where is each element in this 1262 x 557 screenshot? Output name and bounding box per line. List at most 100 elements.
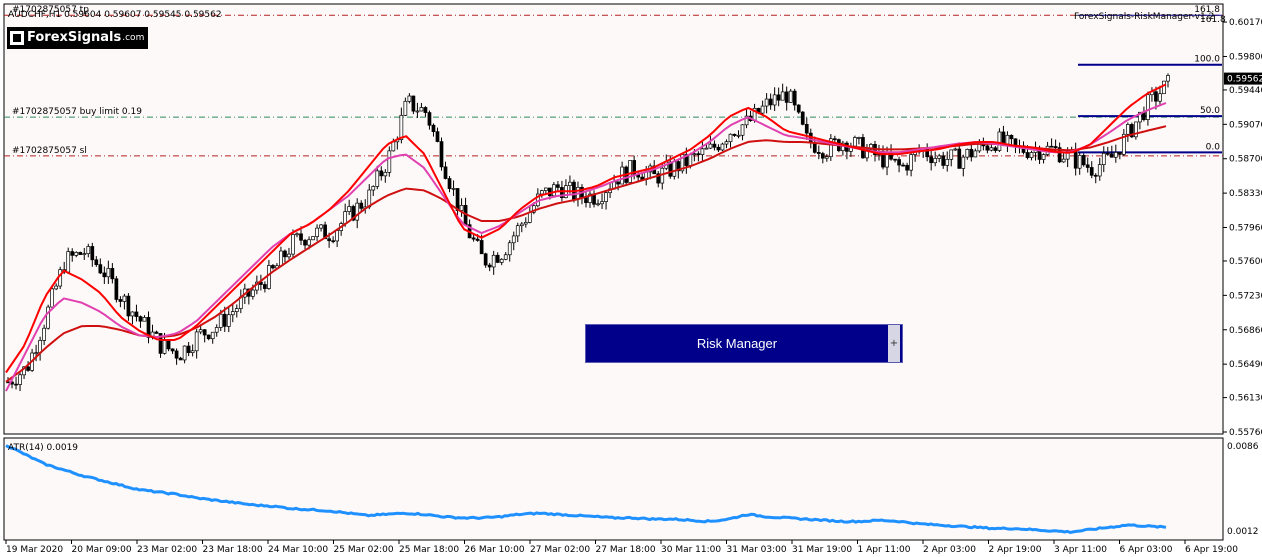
candle-body	[419, 107, 424, 112]
candle-body	[359, 202, 364, 209]
candle-body	[279, 250, 283, 267]
candle-body	[307, 239, 311, 246]
candle-body	[1158, 93, 1162, 102]
candle-body	[820, 153, 825, 159]
candle-body	[796, 104, 801, 113]
candle-body	[768, 98, 773, 106]
price-tick-label: 0.57230	[1229, 291, 1262, 301]
candle-body	[194, 331, 199, 352]
candle-body	[1126, 124, 1130, 135]
candle-body	[435, 131, 440, 142]
candle-body	[503, 254, 508, 260]
candle-body	[234, 308, 239, 312]
candle-body	[178, 357, 183, 361]
candle-body	[832, 138, 837, 141]
price-tick-label: 0.57960	[1229, 224, 1262, 234]
expand-plus-icon[interactable]: +	[888, 325, 900, 362]
candle-body	[604, 192, 608, 202]
candle-body	[784, 91, 789, 103]
candle-body	[539, 190, 544, 195]
candle-body	[118, 299, 123, 302]
candle-body	[391, 141, 396, 152]
candle-body	[700, 148, 705, 155]
candle-body	[451, 188, 456, 190]
candle-body	[965, 148, 970, 158]
candle-body	[616, 181, 620, 185]
price-axis: 0.60170 0.59800 0.59440 0.59070 0.58700 0.583…	[1223, 18, 1262, 438]
candle-body	[347, 206, 352, 212]
time-tick-label: 3 Apr 11:00	[1054, 545, 1107, 555]
atr-label: ATR(14) 0.0019	[8, 443, 78, 453]
forexsignals-logo: ForexSignals .com	[7, 27, 149, 49]
fib-label: 100.0	[1194, 55, 1220, 65]
candle-body	[283, 250, 287, 258]
candle-body	[126, 295, 131, 317]
time-tick-label: 31 Mar 19:00	[792, 545, 852, 555]
candle-body	[800, 111, 805, 125]
time-tick-label: 31 Mar 03:00	[727, 545, 787, 555]
candle-body	[263, 284, 267, 289]
candle-body	[130, 311, 135, 317]
candle-body	[250, 289, 255, 297]
candle-body	[897, 159, 901, 166]
candle-body	[929, 156, 934, 164]
candle-body	[327, 238, 331, 242]
risk-manager-label: Risk Manager	[696, 336, 778, 351]
candle-body	[704, 147, 709, 150]
candle-body	[315, 227, 319, 237]
candle-body	[455, 188, 460, 211]
price-tick-label: 0.59800	[1229, 52, 1262, 62]
logo-suffix: .com	[122, 33, 145, 43]
candle-body	[957, 148, 962, 169]
candle-body	[893, 158, 897, 161]
price-tick-label: 0.55760	[1229, 428, 1262, 438]
price-tick-label: 0.56860	[1229, 326, 1262, 336]
candle-body	[403, 100, 408, 116]
candle-body	[1162, 80, 1166, 95]
candle-body	[724, 141, 729, 145]
candle-body	[523, 222, 528, 225]
risk-manager-button[interactable]: Risk Manager +	[585, 324, 903, 363]
candle-body	[857, 137, 861, 139]
candle-body	[98, 264, 103, 274]
atr-max-label: 0.0086	[1227, 442, 1259, 452]
candle-body	[66, 251, 71, 273]
ea-badge: 161.8	[1200, 15, 1226, 25]
candle-body	[688, 154, 693, 166]
candle-body	[78, 252, 83, 255]
candle-body	[379, 170, 384, 177]
candle-body	[162, 339, 167, 354]
candle-body	[407, 95, 412, 102]
candle-body	[1029, 152, 1034, 158]
candle-body	[909, 154, 913, 171]
candle-body	[692, 153, 697, 156]
candle-body	[905, 164, 909, 171]
candle-body	[299, 233, 303, 241]
candle-body	[319, 224, 323, 229]
candle-body	[58, 269, 63, 287]
candle-body	[973, 150, 978, 158]
candle-body	[1025, 152, 1030, 158]
candle-body	[399, 114, 404, 140]
candle-body	[1061, 158, 1066, 163]
candle-body	[371, 186, 376, 191]
candle-body	[804, 124, 809, 134]
candle-body	[953, 148, 958, 151]
candle-body	[515, 225, 520, 237]
candle-body	[206, 334, 211, 340]
candle-body	[941, 155, 946, 166]
candle-body	[102, 272, 107, 278]
candle-body	[491, 254, 496, 268]
time-tick-label: 1 Apr 11:00	[858, 545, 911, 555]
chart-canvas[interactable]: #1702875057 tp#1702875057 buy limit 0.19…	[0, 0, 1262, 557]
candle-body	[812, 142, 817, 153]
price-tick-label: 0.56130	[1229, 394, 1262, 404]
candle-body	[1101, 152, 1106, 165]
candle-body	[439, 141, 444, 168]
candle-body	[716, 146, 721, 151]
candle-body	[202, 329, 207, 336]
candle-body	[375, 170, 380, 187]
candle-body	[423, 107, 428, 113]
candle-body	[495, 254, 500, 263]
candle-body	[331, 240, 335, 243]
